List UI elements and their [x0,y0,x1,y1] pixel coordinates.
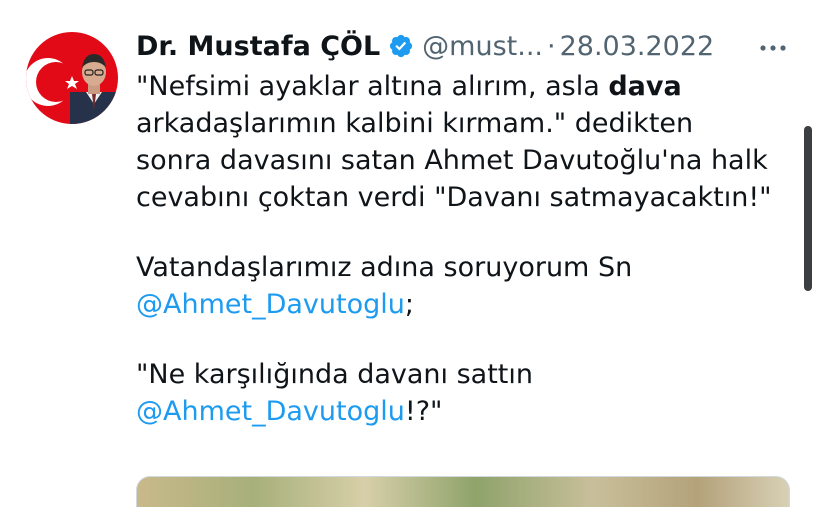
tweet-line: Vatandaşlarımız adına soruyorum Sn [136,252,633,283]
tweet-line: @Ahmet_Davutoglu!?" [136,393,796,430]
tweet-line: "Ne karşılığında davanı sattın [136,359,534,390]
mention-link[interactable]: @Ahmet_Davutoglu [136,396,405,427]
user-handle[interactable]: @must... [422,31,543,62]
separator-dot: · [547,30,556,62]
tweet-text-bold: dava [608,71,682,102]
tweet-line: arkadaşlarımın kalbini kırmam." dedikten [136,108,694,139]
tweet: Dr. Mustafa ÇÖL @must... · 28.03.2022 "N… [0,0,818,507]
tweet-text: "Nefsimi ayaklar altına alırım, asla dav… [136,68,796,430]
avatar-image [26,32,118,124]
tweet-text-segment: !?" [404,396,443,427]
tweet-line: sonra davasını satan Ahmet Davutoğlu'na … [136,145,768,176]
tweet-header: Dr. Mustafa ÇÖL @must... · 28.03.2022 [136,26,714,66]
tweet-date[interactable]: 28.03.2022 [560,31,715,62]
avatar[interactable] [26,32,118,124]
tweet-line: "Nefsimi ayaklar altına alırım, asla dav… [136,68,796,105]
tweet-line: cevabını çoktan verdi "Davanı satmayacak… [136,182,772,213]
tweet-text-segment: "Nefsimi ayaklar altına alırım, asla [136,71,609,102]
verified-badge-icon [388,33,414,59]
more-options-icon[interactable] [756,38,790,58]
tweet-text-segment: ; [404,289,414,320]
display-name[interactable]: Dr. Mustafa ÇÖL [136,31,380,62]
media-preview[interactable] [136,476,790,507]
tweet-line: @Ahmet_Davutoglu; [136,286,796,323]
scrollbar-thumb[interactable] [804,126,812,291]
mention-link[interactable]: @Ahmet_Davutoglu [136,289,405,320]
